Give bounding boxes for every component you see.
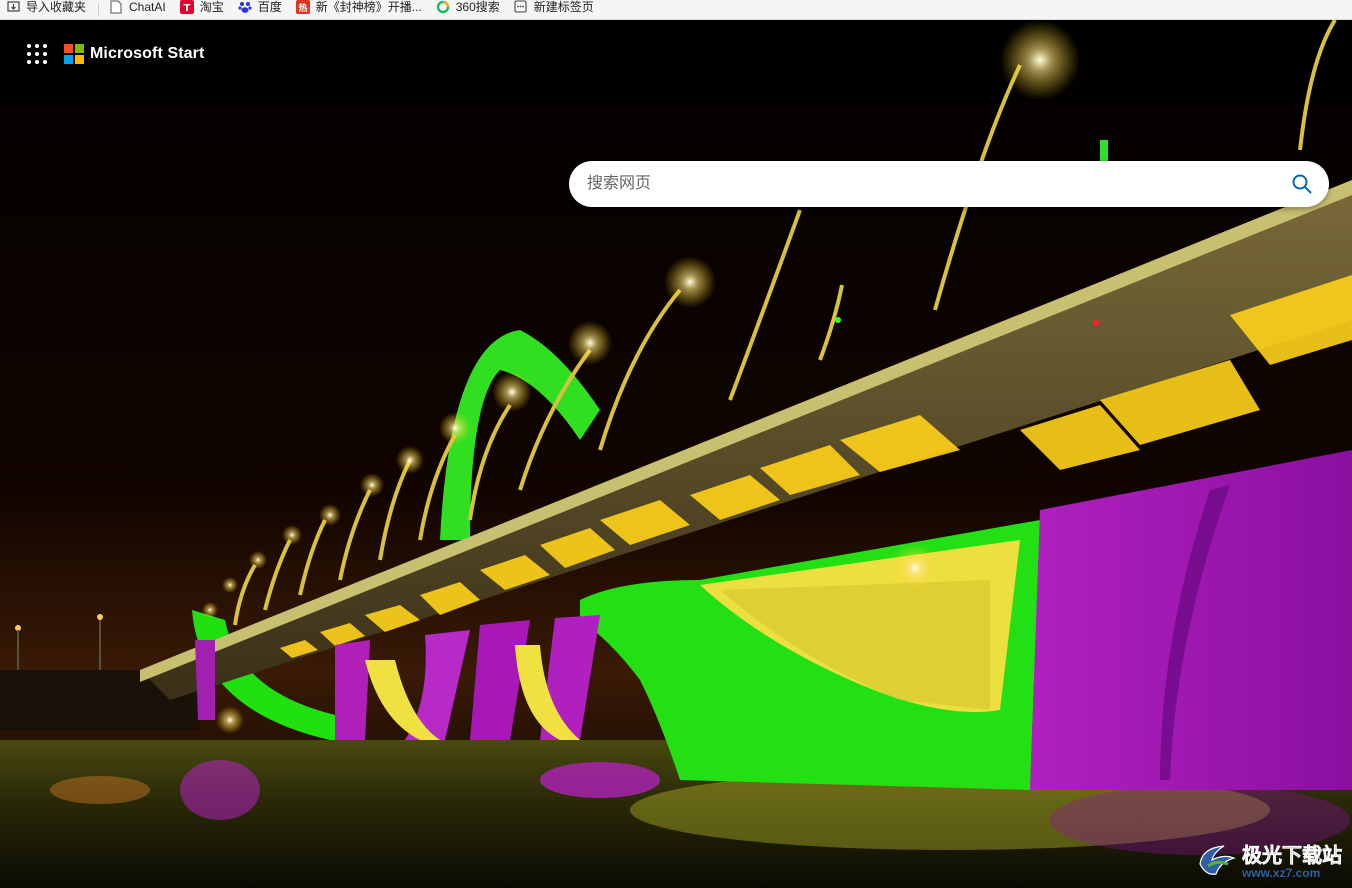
brand-header: Microsoft Start — [26, 42, 204, 66]
bookmark-newtab[interactable]: 新建标签页 — [508, 0, 602, 17]
bookmark-label: 导入收藏夹 — [26, 0, 87, 14]
background-image — [0, 20, 1352, 888]
bookmark-label: 新建标签页 — [533, 0, 594, 14]
bookmark-label: 淘宝 — [199, 0, 224, 14]
bookmark-chatai[interactable]: ChatAI — [103, 0, 174, 17]
taobao-icon: T — [179, 0, 194, 14]
baidu-icon — [238, 0, 252, 14]
search-input[interactable] — [585, 174, 1291, 194]
watermark-title: 极光下载站 — [1242, 843, 1343, 868]
bookmark-news[interactable]: 热 新《封神榜》开播... — [290, 0, 430, 17]
browser-window: 导入收藏夹 ChatAI T 淘宝 百度 热 新《封神榜》开播... 360搜索… — [0, 0, 1352, 888]
bookmarks-bar: 导入收藏夹 ChatAI T 淘宝 百度 热 新《封神榜》开播... 360搜索… — [0, 0, 1352, 20]
360-icon — [436, 0, 450, 14]
svg-text:T: T — [183, 3, 190, 14]
news-icon: 热 — [295, 0, 310, 14]
search-icon[interactable] — [1291, 173, 1313, 195]
watermark-url: www.xz7.com — [1242, 866, 1321, 880]
microsoft-logo[interactable] — [64, 44, 84, 64]
bookmark-taobao[interactable]: T 淘宝 — [174, 0, 232, 17]
bookmark-divider — [98, 2, 100, 17]
bookmark-360[interactable]: 360搜索 — [430, 0, 508, 17]
watermark-logo-icon — [1199, 844, 1236, 875]
bookmark-label: 百度 — [257, 0, 282, 14]
brand-title[interactable]: Microsoft Start — [90, 45, 204, 63]
import-icon — [6, 0, 20, 14]
bookmark-baidu[interactable]: 百度 — [232, 0, 290, 17]
search-box — [569, 161, 1329, 207]
watermark: 极光下载站 www.xz7.com — [1194, 839, 1342, 880]
app-launcher-icon[interactable] — [26, 43, 48, 65]
newtab-icon — [514, 0, 528, 14]
svg-text:热: 热 — [298, 2, 307, 14]
bookmark-label: 360搜索 — [455, 0, 500, 14]
bookmark-label: ChatAI — [129, 0, 166, 14]
bookmark-import[interactable]: 导入收藏夹 — [0, 0, 94, 17]
page-icon — [109, 0, 123, 14]
bookmark-label: 新《封神榜》开播... — [315, 0, 422, 14]
